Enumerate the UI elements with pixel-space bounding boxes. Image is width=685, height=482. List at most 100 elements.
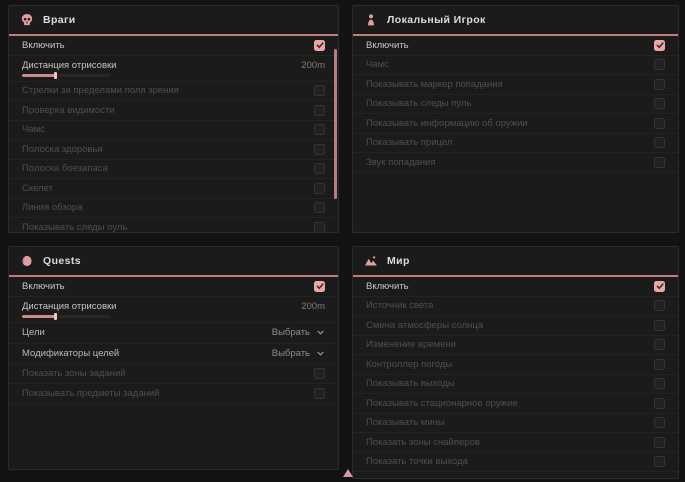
checkbox-unchecked[interactable] bbox=[654, 339, 665, 350]
slider-fill bbox=[22, 74, 55, 77]
checkbox-unchecked[interactable] bbox=[654, 59, 665, 70]
toggle-row[interactable]: Изменение времени bbox=[353, 336, 678, 356]
slider-value: 200m bbox=[301, 301, 325, 312]
setting-label: Полоска боезапаса bbox=[22, 163, 108, 174]
toggle-row[interactable]: Показать точки выхода bbox=[353, 453, 678, 473]
setting-label: Включить bbox=[22, 281, 65, 292]
checkbox-unchecked[interactable] bbox=[654, 456, 665, 467]
dropdown-value: Выбрать bbox=[272, 348, 310, 359]
dropdown[interactable]: Выбрать bbox=[272, 327, 325, 338]
toggle-row[interactable]: Звук попадания bbox=[353, 153, 678, 173]
chevron-down-icon bbox=[316, 349, 325, 358]
toggle-row[interactable]: Включить bbox=[353, 36, 678, 56]
checkbox-unchecked[interactable] bbox=[654, 118, 665, 129]
toggle-row[interactable]: Стрелки за пределами поля зрения bbox=[9, 82, 338, 102]
setting-label: Стрелки за пределами поля зрения bbox=[22, 85, 179, 96]
check-icon bbox=[316, 41, 324, 49]
checkbox-unchecked[interactable] bbox=[654, 437, 665, 448]
toggle-row[interactable]: Скелет bbox=[9, 179, 338, 199]
toggle-row[interactable]: Источник света bbox=[353, 297, 678, 317]
checkbox-checked[interactable] bbox=[314, 281, 325, 292]
checkbox-unchecked[interactable] bbox=[314, 368, 325, 379]
check-icon bbox=[316, 282, 324, 290]
toggle-row[interactable]: Полоска здоровья bbox=[9, 140, 338, 160]
checkbox-unchecked[interactable] bbox=[654, 398, 665, 409]
toggle-row[interactable]: Показывать предметы заданий bbox=[9, 384, 338, 404]
checkbox-unchecked[interactable] bbox=[314, 388, 325, 399]
checkbox-unchecked[interactable] bbox=[654, 137, 665, 148]
panel-title: Мир bbox=[387, 255, 410, 267]
checkbox-unchecked[interactable] bbox=[314, 85, 325, 96]
panel-world: Мир Включить Источник светаСмена атмосфер… bbox=[352, 246, 679, 479]
select-row[interactable]: Модификаторы целей Выбрать bbox=[9, 344, 338, 365]
checkbox-unchecked[interactable] bbox=[654, 300, 665, 311]
panel-quests: Quests Включить Дистанция отрисовки 200m Це… bbox=[8, 246, 339, 470]
toggle-row[interactable]: Чамс bbox=[9, 121, 338, 141]
toggle-row[interactable]: Включить bbox=[353, 277, 678, 297]
panel-scrollbar[interactable] bbox=[334, 49, 337, 199]
setting-label: Изменение времени bbox=[366, 339, 456, 350]
toggle-row[interactable]: Чамс bbox=[353, 56, 678, 76]
toggle-row[interactable]: Показывать выходы bbox=[353, 375, 678, 395]
toggle-row[interactable]: Включить bbox=[9, 277, 338, 297]
toggle-row[interactable]: Включить bbox=[9, 36, 338, 56]
toggle-row[interactable]: Показывать следы пуль bbox=[353, 95, 678, 115]
toggle-row[interactable]: Показывать маркер попадания bbox=[353, 75, 678, 95]
world-icon bbox=[364, 254, 378, 268]
toggle-row[interactable]: Показывать следы пуль bbox=[9, 218, 338, 232]
setting-label: Дистанция отрисовки bbox=[22, 60, 116, 71]
slider-track[interactable] bbox=[22, 315, 110, 318]
panel-header[interactable]: Враги bbox=[9, 6, 338, 34]
checkbox-unchecked[interactable] bbox=[314, 222, 325, 232]
checkbox-unchecked[interactable] bbox=[314, 202, 325, 213]
toggle-row[interactable]: Показывать информацию об оружии bbox=[353, 114, 678, 134]
toggle-row[interactable]: Показывать мины bbox=[353, 414, 678, 434]
toggle-row[interactable]: Показать зоны заданий bbox=[9, 365, 338, 385]
slider-handle[interactable] bbox=[54, 72, 57, 79]
select-row[interactable]: ЦелиВыбрать bbox=[9, 323, 338, 344]
checkbox-unchecked[interactable] bbox=[314, 163, 325, 174]
dropdown[interactable]: Выбрать bbox=[272, 348, 325, 359]
checkbox-unchecked[interactable] bbox=[654, 79, 665, 90]
toggle-row[interactable]: Контроллер погоды bbox=[353, 355, 678, 375]
slider-row[interactable]: Дистанция отрисовки 200m bbox=[9, 297, 338, 323]
settings-list: Включить Дистанция отрисовки 200m ЦелиВыбра… bbox=[9, 277, 338, 469]
checkbox-unchecked[interactable] bbox=[314, 183, 325, 194]
toggle-row[interactable]: Проверка видимости bbox=[9, 101, 338, 121]
setting-label: Включить bbox=[366, 281, 409, 292]
checkbox-unchecked[interactable] bbox=[314, 124, 325, 135]
checkbox-unchecked[interactable] bbox=[654, 157, 665, 168]
checkbox-unchecked[interactable] bbox=[654, 98, 665, 109]
slider-track[interactable] bbox=[22, 74, 110, 77]
toggle-row[interactable]: Смена атмосферы солнца bbox=[353, 316, 678, 336]
setting-label: Модификаторы целей bbox=[22, 348, 119, 359]
setting-label: Показать зоны снайперов bbox=[366, 437, 480, 448]
setting-label: Включить bbox=[366, 40, 409, 51]
checkbox-unchecked[interactable] bbox=[654, 320, 665, 331]
toggle-row[interactable]: Показывать стационарное оружие bbox=[353, 394, 678, 414]
setting-label: Показывать следы пуль bbox=[366, 98, 471, 109]
checkbox-checked[interactable] bbox=[654, 281, 665, 292]
settings-list: Включить Источник светаСмена атмосферы со… bbox=[353, 277, 678, 478]
toggle-row[interactable]: Показать зоны снайперов bbox=[353, 433, 678, 453]
checkbox-unchecked[interactable] bbox=[654, 359, 665, 370]
checkbox-checked[interactable] bbox=[314, 40, 325, 51]
panel-header[interactable]: Quests bbox=[9, 247, 338, 275]
slider-row[interactable]: Дистанция отрисовки200m bbox=[9, 56, 338, 82]
setting-label: Дистанция отрисовки bbox=[22, 301, 116, 312]
setting-label: Показывать мины bbox=[366, 417, 445, 428]
slider-handle[interactable] bbox=[54, 313, 57, 320]
panel-header[interactable]: Мир bbox=[353, 247, 678, 275]
panel-title: Враги bbox=[43, 14, 76, 26]
toggle-row[interactable]: Линия обзора bbox=[9, 199, 338, 219]
checkbox-unchecked[interactable] bbox=[314, 105, 325, 116]
checkbox-checked[interactable] bbox=[654, 40, 665, 51]
setting-label: Звук попадания bbox=[366, 157, 436, 168]
setting-label: Показывать выходы bbox=[366, 378, 455, 389]
toggle-row[interactable]: Показывать прицел bbox=[353, 134, 678, 154]
checkbox-unchecked[interactable] bbox=[654, 417, 665, 428]
checkbox-unchecked[interactable] bbox=[314, 144, 325, 155]
toggle-row[interactable]: Полоска боезапаса bbox=[9, 160, 338, 180]
panel-header[interactable]: Локальный Игрок bbox=[353, 6, 678, 34]
checkbox-unchecked[interactable] bbox=[654, 378, 665, 389]
